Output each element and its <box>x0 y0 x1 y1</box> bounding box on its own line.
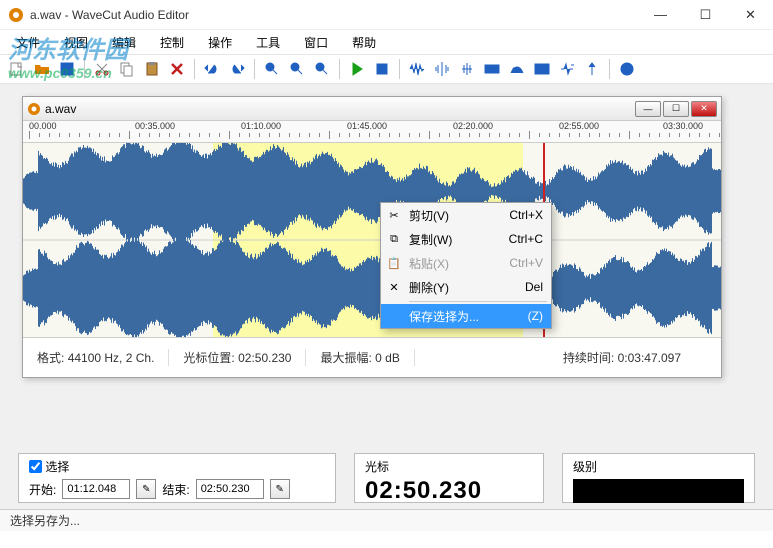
paste-button[interactable] <box>141 58 163 80</box>
cm-delete[interactable]: ✕ 删除(Y) Del <box>381 275 551 299</box>
toolbar-sep <box>84 59 85 79</box>
toolbar-sep <box>254 59 255 79</box>
waveform-render <box>23 143 721 337</box>
menu-file[interactable]: 文件 <box>4 32 52 53</box>
copy-icon: ⧉ <box>385 230 403 248</box>
end-goto-button[interactable]: ✎ <box>270 479 290 499</box>
toolbar-sep <box>609 59 610 79</box>
menu-help[interactable]: 帮助 <box>340 32 388 53</box>
stop-button[interactable] <box>371 58 393 80</box>
ruler-tick-label: 00.000 <box>29 121 57 131</box>
start-label: 开始: <box>29 481 56 498</box>
save-button[interactable] <box>56 58 78 80</box>
duration-cell: 持续时间: 0:03:47.097 <box>549 349 721 366</box>
amp-cell: 最大振幅: 0 dB <box>306 349 414 366</box>
copy-button[interactable] <box>116 58 138 80</box>
menu-operate[interactable]: 操作 <box>196 32 244 53</box>
maximize-button[interactable]: ☐ <box>683 1 728 29</box>
ruler-tick-label: 01:10.000 <box>241 121 281 131</box>
doc-maximize-button[interactable]: ☐ <box>663 101 689 117</box>
zoom-in-button[interactable] <box>261 58 283 80</box>
scissors-icon: ✂ <box>385 206 403 224</box>
waveform-area[interactable] <box>23 143 721 337</box>
cm-cut[interactable]: ✂ 剪切(V) Ctrl+X <box>381 203 551 227</box>
context-menu: ✂ 剪切(V) Ctrl+X ⧉ 复制(W) Ctrl+C 📋 粘贴(X) Ct… <box>380 202 552 329</box>
start-goto-button[interactable]: ✎ <box>136 479 156 499</box>
doc-icon <box>27 102 41 116</box>
cm-paste[interactable]: 📋 粘贴(X) Ctrl+V <box>381 251 551 275</box>
blank-icon <box>385 307 403 325</box>
cm-copy[interactable]: ⧉ 复制(W) Ctrl+C <box>381 227 551 251</box>
cm-save-selection-as[interactable]: 保存选择为... (Z) <box>381 304 551 328</box>
cursor-label: 光标 <box>365 458 533 475</box>
doc-titlebar[interactable]: a.wav — ☐ ✕ <box>23 97 721 121</box>
effect-2-button[interactable] <box>431 58 453 80</box>
menubar: 文件 视图 编辑 控制 操作 工具 窗口 帮助 <box>0 30 773 54</box>
effect-3-button[interactable] <box>456 58 478 80</box>
redo-button[interactable] <box>226 58 248 80</box>
effect-6-button[interactable] <box>531 58 553 80</box>
menu-edit[interactable]: 编辑 <box>100 32 148 53</box>
cursor-value: 02:50.230 <box>365 477 533 505</box>
zoom-out-button[interactable] <box>311 58 333 80</box>
effect-7-button[interactable] <box>556 58 578 80</box>
ruler-tick-label: 03:30.000 <box>663 121 703 131</box>
app-icon <box>8 7 24 23</box>
selection-panel: 选择 开始: ✎ 结束: ✎ <box>18 453 336 503</box>
menu-control[interactable]: 控制 <box>148 32 196 53</box>
format-cell: 格式: 44100 Hz, 2 Ch. <box>23 349 169 366</box>
effect-8-button[interactable] <box>581 58 603 80</box>
doc-close-button[interactable]: ✕ <box>691 101 717 117</box>
ruler-tick-label: 02:55.000 <box>559 121 599 131</box>
menu-tools[interactable]: 工具 <box>244 32 292 53</box>
cm-separator <box>409 301 547 302</box>
delete-icon: ✕ <box>385 278 403 296</box>
cut-button[interactable] <box>91 58 113 80</box>
level-meter <box>573 479 744 503</box>
statusbar: 选择另存为... <box>0 509 773 531</box>
new-button[interactable] <box>6 58 28 80</box>
time-ruler[interactable]: 00.000 00:35.000 01:10.000 01:45.000 02:… <box>23 121 721 143</box>
end-input[interactable] <box>196 479 264 499</box>
statusbar-text: 选择另存为... <box>10 512 80 529</box>
start-input[interactable] <box>62 479 130 499</box>
play-button[interactable] <box>346 58 368 80</box>
ruler-tick-label: 02:20.000 <box>453 121 493 131</box>
ruler-tick-label: 00:35.000 <box>135 121 175 131</box>
paste-icon: 📋 <box>385 254 403 272</box>
toolbar-sep <box>194 59 195 79</box>
main-titlebar: a.wav - WaveCut Audio Editor — ☐ ✕ <box>0 0 773 30</box>
cursor-panel: 光标 02:50.230 <box>354 453 544 503</box>
doc-title: a.wav <box>45 102 633 116</box>
minimize-button[interactable]: — <box>638 1 683 29</box>
svg-text:?: ? <box>624 64 629 74</box>
window-title: a.wav - WaveCut Audio Editor <box>30 8 638 22</box>
cursor-cell: 光标位置: 02:50.230 <box>169 349 306 366</box>
open-button[interactable] <box>31 58 53 80</box>
select-checkbox-label[interactable]: 选择 <box>29 458 325 475</box>
document-window: a.wav — ☐ ✕ 00.000 00:35.000 01:10.000 0… <box>22 96 722 378</box>
effect-1-button[interactable] <box>406 58 428 80</box>
zoom-button[interactable] <box>286 58 308 80</box>
toolbar-sep <box>399 59 400 79</box>
level-panel: 级别 <box>562 453 755 503</box>
effect-5-button[interactable] <box>506 58 528 80</box>
doc-statusbar: 格式: 44100 Hz, 2 Ch. 光标位置: 02:50.230 最大振幅… <box>23 337 721 377</box>
toolbar: ? <box>0 54 773 84</box>
effect-4-button[interactable] <box>481 58 503 80</box>
help-button[interactable]: ? <box>616 58 638 80</box>
end-label: 结束: <box>162 481 189 498</box>
delete-button[interactable] <box>166 58 188 80</box>
ruler-tick-label: 01:45.000 <box>347 121 387 131</box>
level-label: 级别 <box>573 458 744 475</box>
workspace: a.wav — ☐ ✕ 00.000 00:35.000 01:10.000 0… <box>0 84 773 447</box>
close-button[interactable]: ✕ <box>728 1 773 29</box>
select-checkbox[interactable] <box>29 460 42 473</box>
toolbar-sep <box>339 59 340 79</box>
doc-minimize-button[interactable]: — <box>635 101 661 117</box>
bottom-panel: 选择 开始: ✎ 结束: ✎ 光标 02:50.230 级别 <box>0 447 773 509</box>
undo-button[interactable] <box>201 58 223 80</box>
menu-window[interactable]: 窗口 <box>292 32 340 53</box>
menu-view[interactable]: 视图 <box>52 32 100 53</box>
